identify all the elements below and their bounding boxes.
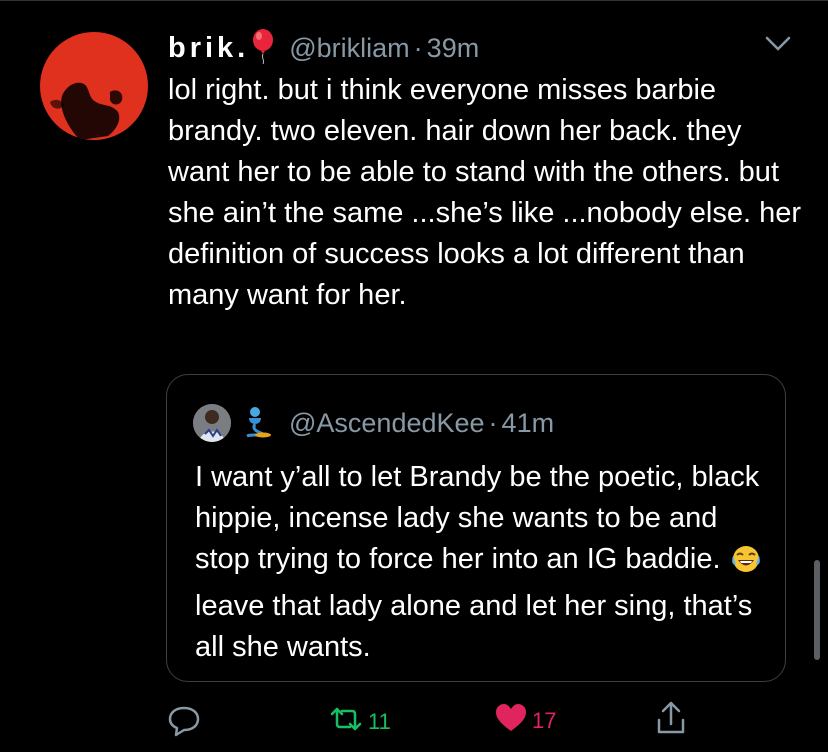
quoted-text: I want y’all to let Brandy be the poetic… xyxy=(195,457,775,668)
like-button[interactable]: 17 xyxy=(494,702,556,739)
quoted-header: @AscendedKee · 41m xyxy=(193,403,554,443)
like-count: 17 xyxy=(532,707,557,733)
scrollbar[interactable] xyxy=(814,560,820,660)
tears-of-joy-emoji-icon xyxy=(731,544,761,586)
balloon-icon xyxy=(251,28,275,69)
top-divider xyxy=(0,0,828,1)
reply-button[interactable] xyxy=(166,704,202,743)
share-icon xyxy=(654,700,688,741)
heart-icon xyxy=(494,702,528,739)
quoted-text-part-1: I want y’all to let Brandy be the poetic… xyxy=(195,461,760,575)
timestamp[interactable]: 39m xyxy=(427,33,480,64)
tweet-text: lol right. but i think everyone misses b… xyxy=(168,74,801,311)
avatar[interactable] xyxy=(40,32,148,140)
quoted-avatar xyxy=(193,404,231,442)
quoted-timestamp[interactable]: 41m xyxy=(502,408,555,439)
chevron-down-icon[interactable] xyxy=(764,34,792,59)
action-bar: 11 17 xyxy=(0,700,828,740)
separator-dot: · xyxy=(413,32,423,63)
retweet-count: 11 xyxy=(368,708,391,734)
quoted-handle[interactable]: @AscendedKee xyxy=(289,408,485,439)
retweet-icon xyxy=(328,702,364,741)
genie-emoji-icon xyxy=(241,404,273,443)
retweet-button[interactable]: 11 xyxy=(328,702,391,741)
handle[interactable]: @brikliam xyxy=(289,33,409,64)
quoted-text-part-2: leave that lady alone and let her sing, … xyxy=(195,590,753,663)
quoted-tweet[interactable]: @AscendedKee · 41m I want y’all to let B… xyxy=(166,374,786,682)
display-name[interactable]: brik. xyxy=(168,32,249,65)
reply-icon xyxy=(166,704,202,743)
quoted-separator-dot: · xyxy=(488,407,498,438)
share-button[interactable] xyxy=(654,700,688,741)
tweet-header: brik. @brikliam · 39m xyxy=(168,28,479,68)
avatar-image xyxy=(50,82,123,140)
